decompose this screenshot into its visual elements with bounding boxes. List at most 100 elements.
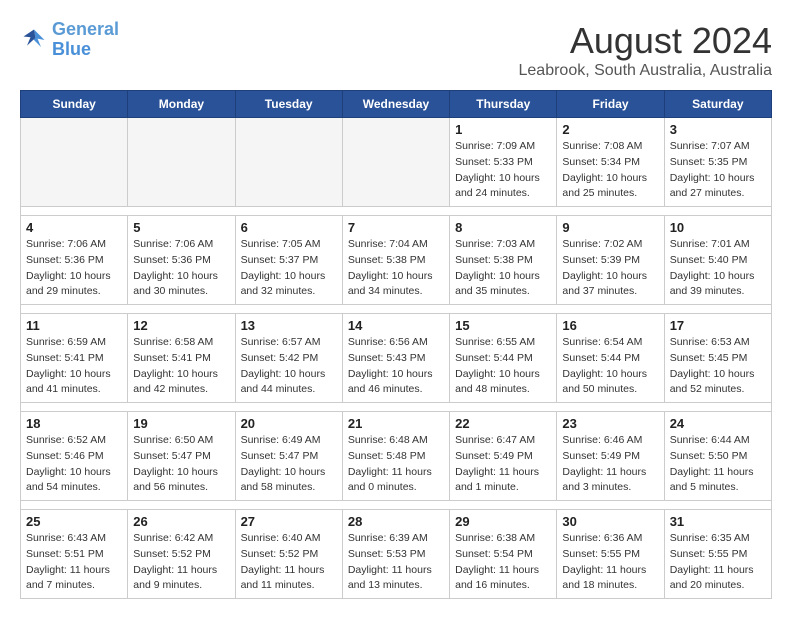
calendar-cell: 21Sunrise: 6:48 AM Sunset: 5:48 PM Dayli… <box>342 412 449 501</box>
day-info: Sunrise: 6:40 AM Sunset: 5:52 PM Dayligh… <box>241 531 337 594</box>
day-number: 5 <box>133 220 229 235</box>
day-number: 31 <box>670 514 766 529</box>
calendar-cell: 23 Sunrise: 6:46 AM Sunset: 5:49 PM Dayli… <box>557 412 664 501</box>
day-number: 14 <box>348 318 444 333</box>
week-row-4: 18 Sunrise: 6:52 AM Sunset: 5:46 PM Dayli… <box>21 412 772 501</box>
calendar-cell: 11Sunrise: 6:59 AM Sunset: 5:41 PM Dayli… <box>21 314 128 403</box>
calendar-cell: 5 Sunrise: 7:06 AM Sunset: 5:36 PM Daylig… <box>128 216 235 305</box>
day-number: 8 <box>455 220 551 235</box>
calendar-cell: 24Sunrise: 6:44 AM Sunset: 5:50 PM Dayli… <box>664 412 771 501</box>
day-info: Sunrise: 6:57 AM Sunset: 5:42 PM Dayligh… <box>241 335 337 398</box>
day-number: 20 <box>241 416 337 431</box>
day-number: 16 <box>562 318 658 333</box>
day-info: Sunrise: 6:36 AM Sunset: 5:55 PM Dayligh… <box>562 531 658 594</box>
calendar-cell: 9Sunrise: 7:02 AM Sunset: 5:39 PM Daylig… <box>557 216 664 305</box>
calendar-cell: 18 Sunrise: 6:52 AM Sunset: 5:46 PM Dayli… <box>21 412 128 501</box>
logo-text: General Blue <box>52 20 119 60</box>
day-header-monday: Monday <box>128 91 235 118</box>
day-info: Sunrise: 7:04 AM Sunset: 5:38 PM Dayligh… <box>348 237 444 300</box>
day-number: 13 <box>241 318 337 333</box>
day-info: Sunrise: 6:43 AM Sunset: 5:51 PM Dayligh… <box>26 531 122 594</box>
page-header: General Blue August 2024 Leabrook, South… <box>20 20 772 80</box>
calendar-cell: 20Sunrise: 6:49 AM Sunset: 5:47 PM Dayli… <box>235 412 342 501</box>
location: Leabrook, South Australia, Australia <box>519 62 773 80</box>
calendar-cell <box>21 118 128 207</box>
day-info: Sunrise: 6:46 AM Sunset: 5:49 PM Dayligh… <box>562 433 658 496</box>
logo-icon <box>20 26 48 54</box>
day-number: 9 <box>562 220 658 235</box>
day-number: 25 <box>26 514 122 529</box>
day-header-saturday: Saturday <box>664 91 771 118</box>
day-header-wednesday: Wednesday <box>342 91 449 118</box>
day-info: Sunrise: 7:06 AM Sunset: 5:36 PM Dayligh… <box>133 237 229 300</box>
day-info: Sunrise: 6:58 AM Sunset: 5:41 PM Dayligh… <box>133 335 229 398</box>
calendar-cell: 2 Sunrise: 7:08 AM Sunset: 5:34 PM Daylig… <box>557 118 664 207</box>
day-number: 3 <box>670 122 766 137</box>
day-number: 23 <box>562 416 658 431</box>
calendar-cell: 15Sunrise: 6:55 AM Sunset: 5:44 PM Dayli… <box>450 314 557 403</box>
calendar-cell: 14 Sunrise: 6:56 AM Sunset: 5:43 PM Dayli… <box>342 314 449 403</box>
day-number: 21 <box>348 416 444 431</box>
row-spacer <box>21 501 772 510</box>
row-spacer <box>21 403 772 412</box>
day-info: Sunrise: 7:01 AM Sunset: 5:40 PM Dayligh… <box>670 237 766 300</box>
day-info: Sunrise: 6:55 AM Sunset: 5:44 PM Dayligh… <box>455 335 551 398</box>
calendar-cell: 6 Sunrise: 7:05 AM Sunset: 5:37 PM Daylig… <box>235 216 342 305</box>
calendar-cell: 16 Sunrise: 6:54 AM Sunset: 5:44 PM Dayli… <box>557 314 664 403</box>
calendar-cell <box>235 118 342 207</box>
day-number: 4 <box>26 220 122 235</box>
day-info: Sunrise: 6:47 AM Sunset: 5:49 PM Dayligh… <box>455 433 551 496</box>
day-number: 18 <box>26 416 122 431</box>
calendar-cell: 26 Sunrise: 6:42 AM Sunset: 5:52 PM Dayli… <box>128 510 235 599</box>
calendar-cell <box>128 118 235 207</box>
day-number: 30 <box>562 514 658 529</box>
day-number: 10 <box>670 220 766 235</box>
day-info: Sunrise: 6:42 AM Sunset: 5:52 PM Dayligh… <box>133 531 229 594</box>
day-number: 26 <box>133 514 229 529</box>
day-info: Sunrise: 6:38 AM Sunset: 5:54 PM Dayligh… <box>455 531 551 594</box>
day-header-sunday: Sunday <box>21 91 128 118</box>
calendar-cell: 8Sunrise: 7:03 AM Sunset: 5:38 PM Daylig… <box>450 216 557 305</box>
day-info: Sunrise: 6:56 AM Sunset: 5:43 PM Dayligh… <box>348 335 444 398</box>
week-row-1: 1Sunrise: 7:09 AM Sunset: 5:33 PM Daylig… <box>21 118 772 207</box>
calendar-cell: 3 Sunrise: 7:07 AM Sunset: 5:35 PM Daylig… <box>664 118 771 207</box>
day-header-tuesday: Tuesday <box>235 91 342 118</box>
calendar-cell: 22Sunrise: 6:47 AM Sunset: 5:49 PM Dayli… <box>450 412 557 501</box>
day-info: Sunrise: 6:54 AM Sunset: 5:44 PM Dayligh… <box>562 335 658 398</box>
day-info: Sunrise: 6:35 AM Sunset: 5:55 PM Dayligh… <box>670 531 766 594</box>
day-info: Sunrise: 7:06 AM Sunset: 5:36 PM Dayligh… <box>26 237 122 300</box>
day-info: Sunrise: 6:52 AM Sunset: 5:46 PM Dayligh… <box>26 433 122 496</box>
day-info: Sunrise: 7:08 AM Sunset: 5:34 PM Dayligh… <box>562 139 658 202</box>
day-info: Sunrise: 7:05 AM Sunset: 5:37 PM Dayligh… <box>241 237 337 300</box>
day-number: 6 <box>241 220 337 235</box>
calendar-cell: 7 Sunrise: 7:04 AM Sunset: 5:38 PM Daylig… <box>342 216 449 305</box>
week-row-3: 11Sunrise: 6:59 AM Sunset: 5:41 PM Dayli… <box>21 314 772 403</box>
day-info: Sunrise: 7:09 AM Sunset: 5:33 PM Dayligh… <box>455 139 551 202</box>
day-info: Sunrise: 6:39 AM Sunset: 5:53 PM Dayligh… <box>348 531 444 594</box>
day-number: 29 <box>455 514 551 529</box>
calendar-cell: 13 Sunrise: 6:57 AM Sunset: 5:42 PM Dayli… <box>235 314 342 403</box>
day-number: 12 <box>133 318 229 333</box>
day-number: 19 <box>133 416 229 431</box>
calendar-cell: 30 Sunrise: 6:36 AM Sunset: 5:55 PM Dayli… <box>557 510 664 599</box>
row-spacer <box>21 305 772 314</box>
calendar-cell: 19 Sunrise: 6:50 AM Sunset: 5:47 PM Dayli… <box>128 412 235 501</box>
day-header-thursday: Thursday <box>450 91 557 118</box>
day-info: Sunrise: 7:07 AM Sunset: 5:35 PM Dayligh… <box>670 139 766 202</box>
day-info: Sunrise: 6:44 AM Sunset: 5:50 PM Dayligh… <box>670 433 766 496</box>
day-info: Sunrise: 6:50 AM Sunset: 5:47 PM Dayligh… <box>133 433 229 496</box>
calendar-cell: 17 Sunrise: 6:53 AM Sunset: 5:45 PM Dayli… <box>664 314 771 403</box>
day-number: 28 <box>348 514 444 529</box>
logo: General Blue <box>20 20 119 60</box>
calendar-cell: 29 Sunrise: 6:38 AM Sunset: 5:54 PM Dayli… <box>450 510 557 599</box>
day-number: 7 <box>348 220 444 235</box>
calendar-cell: 28 Sunrise: 6:39 AM Sunset: 5:53 PM Dayli… <box>342 510 449 599</box>
week-row-2: 4 Sunrise: 7:06 AM Sunset: 5:36 PM Daylig… <box>21 216 772 305</box>
calendar-cell: 10 Sunrise: 7:01 AM Sunset: 5:40 PM Dayli… <box>664 216 771 305</box>
day-info: Sunrise: 6:53 AM Sunset: 5:45 PM Dayligh… <box>670 335 766 398</box>
calendar-cell: 4 Sunrise: 7:06 AM Sunset: 5:36 PM Daylig… <box>21 216 128 305</box>
day-number: 2 <box>562 122 658 137</box>
calendar-cell <box>342 118 449 207</box>
month-title: August 2024 <box>519 20 773 62</box>
day-number: 17 <box>670 318 766 333</box>
